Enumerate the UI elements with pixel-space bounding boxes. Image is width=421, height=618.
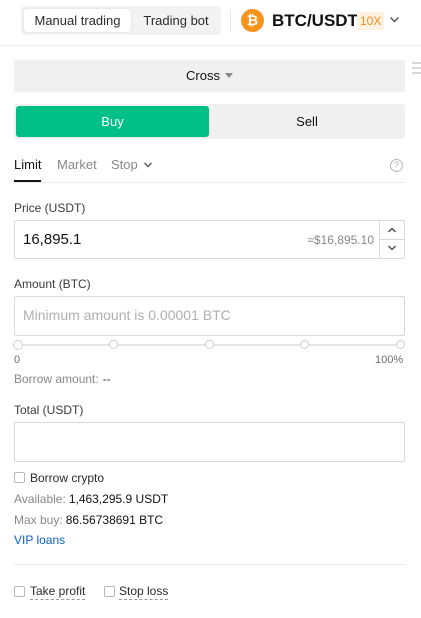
stop-loss-text[interactable]: Stop loss [119, 584, 169, 600]
price-value[interactable]: 16,895.1 [23, 231, 81, 249]
tab-trading-bot[interactable]: Trading bot [134, 9, 218, 32]
borrow-amount-value: -- [102, 372, 111, 386]
buy-button[interactable]: Buy [16, 106, 209, 137]
vip-loans-link[interactable]: VIP loans [14, 533, 65, 547]
total-input[interactable] [14, 422, 405, 462]
borrow-crypto-label[interactable]: Borrow crypto [30, 471, 104, 485]
take-profit-text[interactable]: Take profit [30, 584, 86, 600]
amount-placeholder[interactable]: Minimum amount is 0.00001 BTC [23, 307, 231, 324]
total-label: Total (USDT) [14, 403, 84, 417]
buy-sell-toggle: Buy Sell [14, 104, 405, 139]
leverage-badge[interactable]: 10X [357, 12, 385, 30]
stop-loss-checkbox[interactable] [104, 586, 115, 597]
available-balance: Available: 1,463,295.9 USDT [14, 492, 168, 506]
borrow-amount-label: Borrow amount: [14, 372, 99, 386]
max-buy-label: Max buy: [14, 513, 63, 527]
tab-limit[interactable]: Limit [14, 157, 41, 173]
amount-label: Amount (BTC) [14, 277, 91, 291]
slider-step-50[interactable] [205, 340, 214, 349]
borrow-amount: Borrow amount: -- [14, 372, 111, 386]
margin-mode-label: Cross [186, 68, 220, 83]
chevron-down-icon[interactable] [387, 244, 397, 252]
trading-pair-selector[interactable]: BTC/USDT [272, 10, 358, 31]
caret-down-icon [224, 73, 233, 78]
slider-step-25[interactable] [109, 340, 118, 349]
stop-loss-label[interactable]: Stop loss [119, 584, 169, 600]
tab-manual-trading[interactable]: Manual trading [24, 9, 131, 32]
trading-mode-switch: Manual trading Trading bot [21, 6, 221, 35]
panel-menu-icon[interactable] [412, 62, 421, 78]
header-divider-line [0, 45, 421, 46]
chevron-down-icon[interactable] [143, 160, 153, 170]
tab-market[interactable]: Market [57, 157, 97, 173]
tabs-divider [14, 182, 405, 183]
slider-step-75[interactable] [300, 340, 309, 349]
take-profit-label[interactable]: Take profit [30, 584, 86, 600]
take-profit-checkbox[interactable] [14, 586, 25, 597]
margin-mode-select[interactable]: Cross [14, 60, 405, 92]
price-label: Price (USDT) [14, 201, 86, 215]
tab-stop[interactable]: Stop [111, 157, 138, 173]
bitcoin-icon: ₿ [241, 9, 264, 32]
chevron-down-icon[interactable] [389, 14, 400, 25]
slider-max-label: 100% [375, 354, 404, 366]
slider-handle[interactable] [13, 340, 23, 350]
slider-step-100[interactable] [396, 340, 405, 349]
help-icon[interactable]: ? [390, 159, 403, 172]
section-divider [14, 564, 405, 565]
max-buy: Max buy: 86.56738691 BTC [14, 513, 163, 527]
header-divider [230, 10, 231, 32]
max-buy-value: 86.56738691 BTC [65, 513, 164, 527]
chevron-up-icon[interactable] [387, 226, 397, 234]
available-value: 1,463,295.9 USDT [68, 492, 169, 506]
borrow-crypto-checkbox[interactable] [14, 472, 25, 483]
price-usd-equivalent: ≈$16,895.10 [307, 233, 374, 247]
available-label: Available: [14, 492, 66, 506]
slider-min-label: 0 [14, 354, 21, 366]
sell-button[interactable]: Sell [211, 106, 403, 137]
